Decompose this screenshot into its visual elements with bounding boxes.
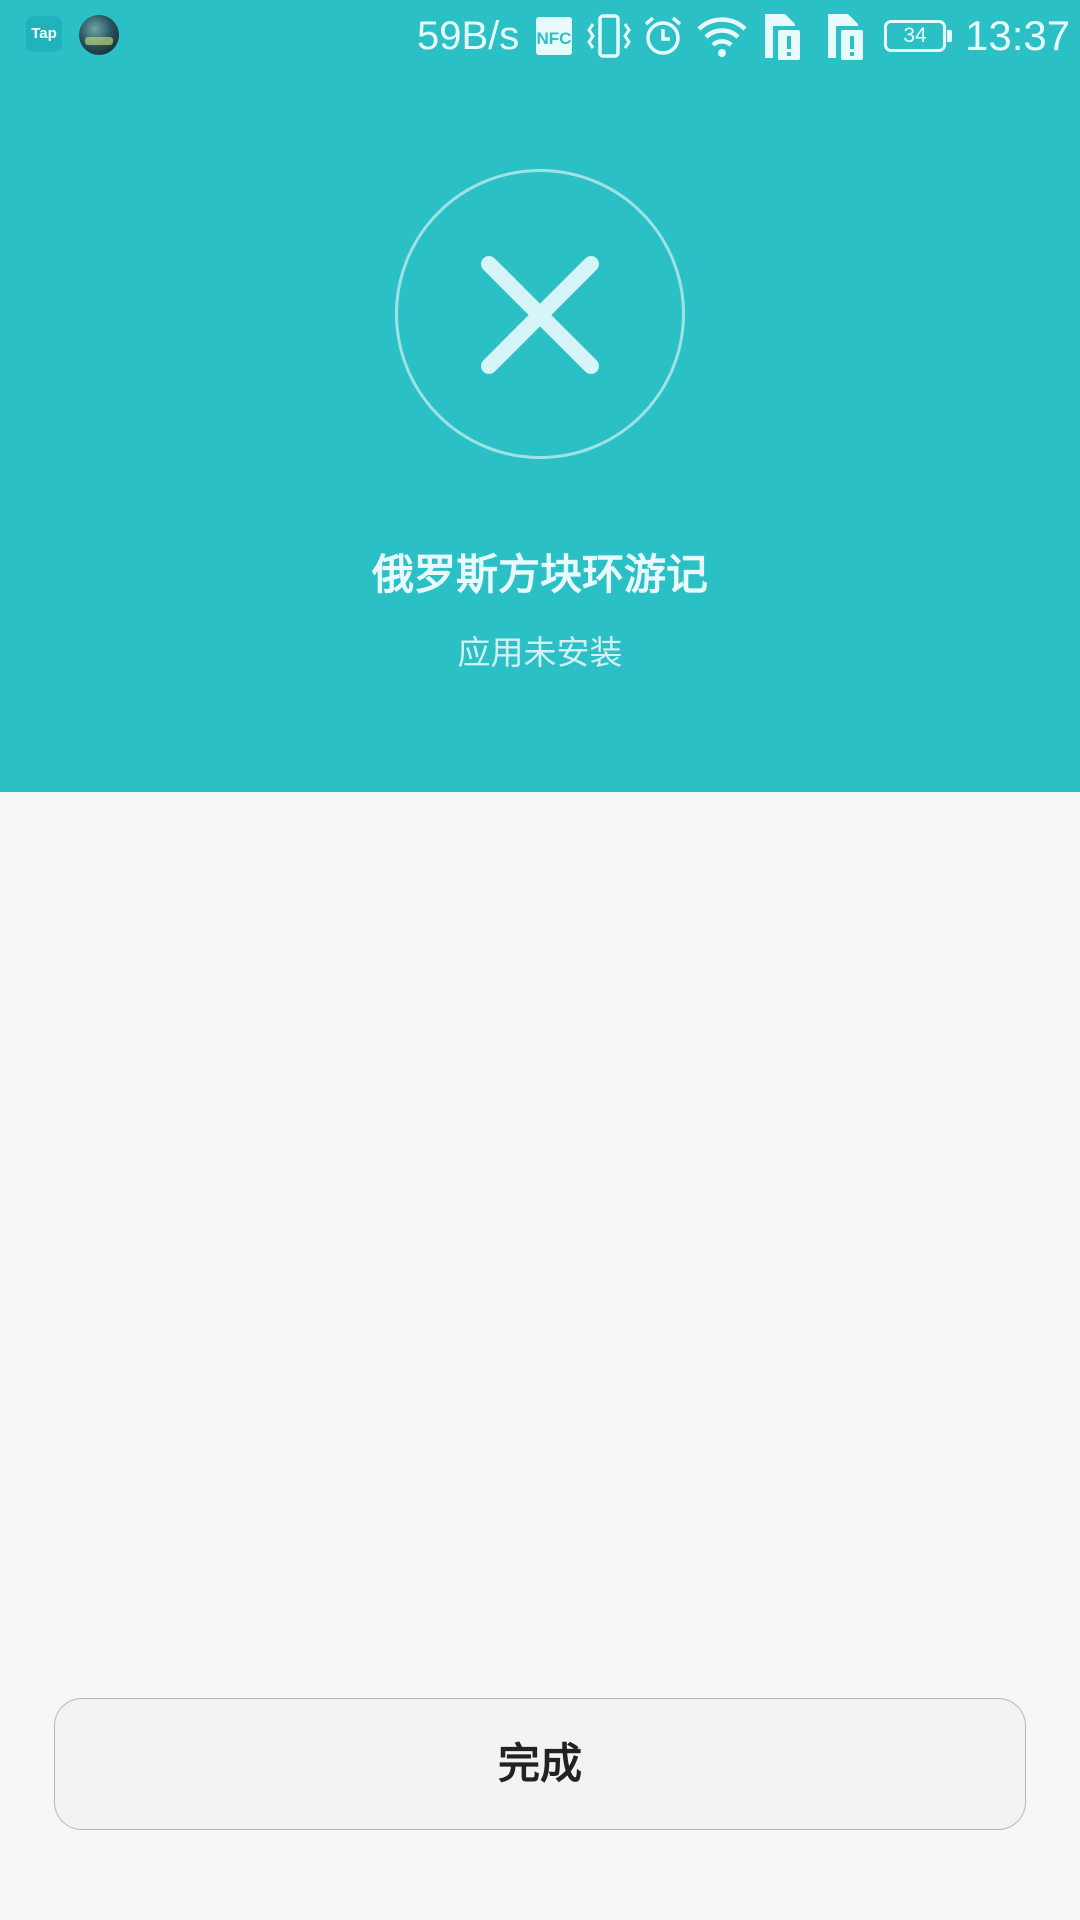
nfc-label: NFC	[537, 29, 572, 48]
status-time: 13:37	[965, 12, 1071, 59]
close-icon	[481, 256, 599, 374]
vibrate-icon	[587, 14, 631, 58]
status-bar: Tap 59B/s NFC 34 13:37	[0, 0, 1080, 72]
sim-alert-icon	[828, 14, 868, 62]
app-name: 俄罗斯方块环游记	[371, 550, 708, 599]
battery-icon: 34	[884, 20, 952, 52]
alarm-icon	[644, 16, 682, 55]
avatar-icon	[79, 15, 119, 55]
sim-alert-icon	[765, 14, 805, 62]
nfc-icon: NFC	[536, 17, 572, 55]
wifi-icon	[697, 17, 747, 57]
tap-app-icon: Tap	[26, 16, 62, 52]
network-speed: 59B/s	[417, 14, 520, 58]
install-result-screen: Tap 59B/s NFC 34 13:37 俄罗斯方块环游记 应用未安装 完成	[0, 0, 1080, 1920]
result-header-panel: Tap 59B/s NFC 34 13:37 俄罗斯方块环游记 应用未安装	[0, 0, 1080, 792]
install-status-text: 应用未安装	[457, 633, 623, 672]
done-button[interactable]: 完成	[54, 1698, 1026, 1830]
